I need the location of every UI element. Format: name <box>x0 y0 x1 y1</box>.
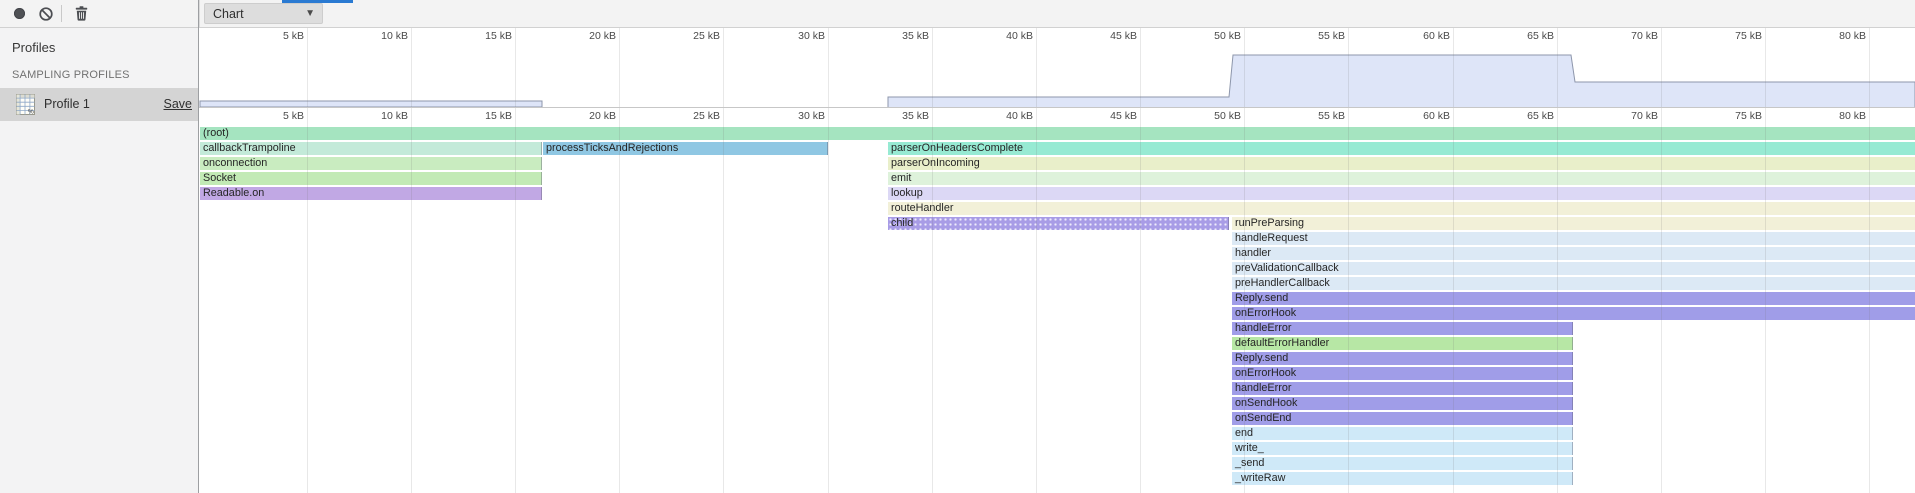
flame-bar[interactable]: processTicksAndRejections <box>543 142 828 155</box>
flame-bar[interactable]: end <box>1232 427 1573 440</box>
record-icon <box>14 8 25 19</box>
flame-bar[interactable]: preHandlerCallback <box>1232 277 1915 290</box>
profile-table-icon: % <box>16 94 35 115</box>
profile-item[interactable]: % Profile 1 Save <box>0 88 198 121</box>
flame-bar[interactable]: callbackTrampoline <box>200 142 542 155</box>
flame-bar[interactable]: handleError <box>1232 382 1573 395</box>
flame-bar[interactable]: defaultErrorHandler <box>1232 337 1573 350</box>
overview-border <box>199 107 1915 108</box>
trash-icon <box>75 6 88 21</box>
flame-bar[interactable]: onSendHook <box>1232 397 1573 410</box>
flame-bar[interactable]: write_ <box>1232 442 1573 455</box>
clear-button[interactable] <box>33 0 59 27</box>
flame-bar[interactable]: handleRequest <box>1232 232 1915 245</box>
toolbar-divider <box>199 0 200 27</box>
profile-name: Profile 1 <box>44 97 90 111</box>
toolbar-separator <box>61 5 62 22</box>
view-mode-select[interactable]: Chart ▼ <box>204 3 323 24</box>
flame-bar[interactable]: onconnection <box>200 157 542 170</box>
flame-bar[interactable]: onErrorHook <box>1232 367 1573 380</box>
flame-bar[interactable]: Readable.on <box>200 187 542 200</box>
record-button[interactable] <box>6 0 32 27</box>
delete-profile-button[interactable] <box>68 0 94 27</box>
flame-bar[interactable]: _writeRaw <box>1232 472 1573 485</box>
flame-bar[interactable]: parserOnHeadersComplete <box>888 142 1915 155</box>
flame-bar[interactable]: _send <box>1232 457 1573 470</box>
profiles-heading: Profiles <box>12 40 55 55</box>
overview-area[interactable] <box>888 55 1915 108</box>
overview-timeline[interactable] <box>199 28 1915 108</box>
flame-bar[interactable]: onErrorHook <box>1232 307 1915 320</box>
flame-bar[interactable]: parserOnIncoming <box>888 157 1915 170</box>
svg-text:%: % <box>28 108 34 115</box>
chart-pane: 5 kB10 kB15 kB20 kB25 kB30 kB35 kB40 kB4… <box>199 28 1915 493</box>
flame-bar[interactable]: runPreParsing <box>1232 217 1915 230</box>
flame-bar[interactable]: (root) <box>200 127 1915 140</box>
sidebar: Profiles SAMPLING PROFILES % Profile 1 S… <box>0 28 198 493</box>
flame-bar[interactable]: child <box>888 217 1229 230</box>
profiler-panel: Chart ▼ Profiles SAMPLING PROFILES % Pro… <box>0 0 1915 493</box>
chevron-down-icon: ▼ <box>305 8 315 19</box>
sidebar-divider <box>198 0 199 493</box>
view-mode-label: Chart <box>205 7 244 21</box>
flame-bar[interactable]: preValidationCallback <box>1232 262 1915 275</box>
flame-bar[interactable]: routeHandler <box>888 202 1915 215</box>
active-tab-indicator <box>282 0 353 3</box>
save-link[interactable]: Save <box>164 97 193 111</box>
flame-bar[interactable]: Reply.send <box>1232 352 1573 365</box>
flame-bar[interactable]: Reply.send <box>1232 292 1915 305</box>
flame-bar[interactable]: handler <box>1232 247 1915 260</box>
sampling-profiles-heading: SAMPLING PROFILES <box>12 69 130 81</box>
flame-bar[interactable]: lookup <box>888 187 1915 200</box>
flame-bar[interactable]: emit <box>888 172 1915 185</box>
flame-bar[interactable]: Socket <box>200 172 542 185</box>
flame-bar[interactable]: onSendEnd <box>1232 412 1573 425</box>
clear-icon <box>38 6 54 22</box>
flame-bar[interactable]: handleError <box>1232 322 1573 335</box>
toolbar: Chart ▼ <box>0 0 1915 28</box>
